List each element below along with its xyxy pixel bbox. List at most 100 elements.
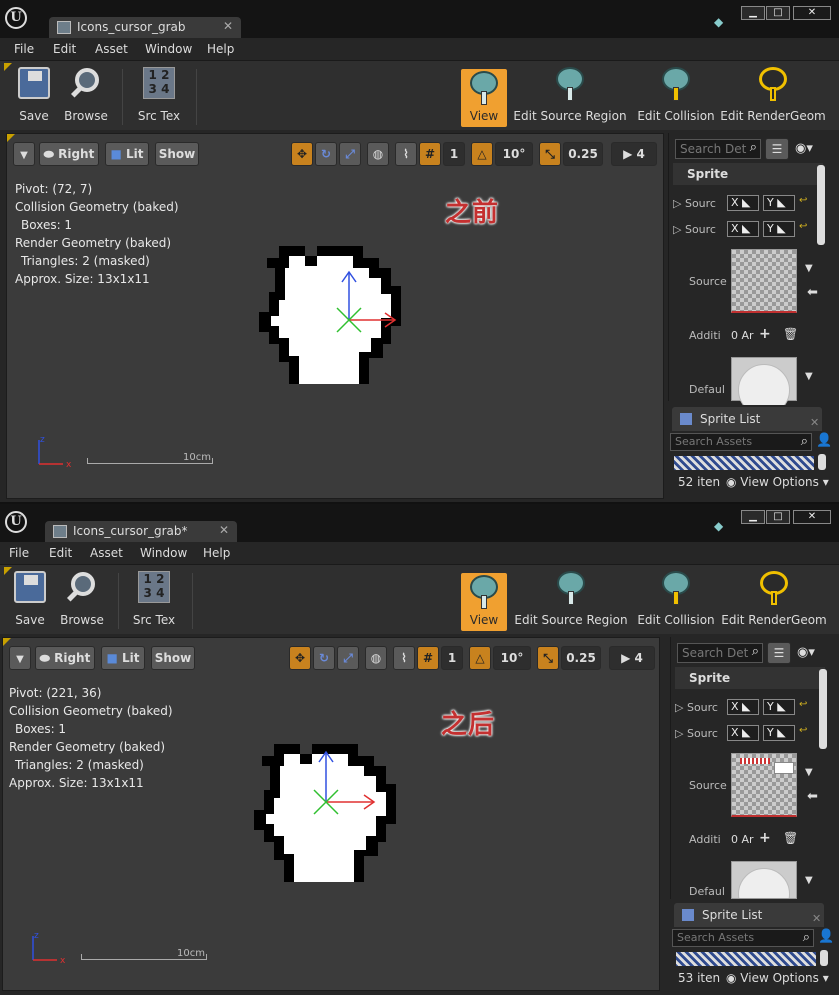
source-dim-x-field[interactable]: X ◣ bbox=[727, 725, 759, 741]
coordinate-system-button[interactable]: ◍ bbox=[367, 142, 389, 166]
view-options-button[interactable]: ◉ View Options ▾ bbox=[726, 475, 829, 489]
close-icon[interactable]: ✕ bbox=[812, 907, 821, 931]
edit-render-geom-button[interactable]: Edit RenderGeom bbox=[720, 67, 826, 127]
rotation-snap-dropdown[interactable]: 10° bbox=[495, 142, 533, 166]
grid-snap-toggle[interactable]: # bbox=[417, 646, 439, 670]
default-material-thumbnail[interactable] bbox=[731, 861, 797, 899]
menu-help[interactable]: Help bbox=[203, 546, 230, 560]
details-search-input[interactable]: Search Det ⌕ bbox=[677, 643, 763, 663]
show-button[interactable]: Show bbox=[151, 646, 195, 670]
assets-scrollbar[interactable] bbox=[818, 454, 826, 470]
surface-snap-button[interactable]: ⌇ bbox=[393, 646, 415, 670]
details-scrollbar[interactable] bbox=[819, 669, 827, 749]
use-selected-arrow-icon[interactable]: ⬅ bbox=[807, 285, 818, 300]
menu-edit[interactable]: Edit bbox=[53, 42, 76, 56]
viewport[interactable]: ▼ ⬬ Right ■ Lit Show ✥ ↻ ⤢ ◍ ⌇ # 1 △ 10°… bbox=[2, 637, 660, 991]
feedback-icon[interactable]: ◆ bbox=[714, 15, 730, 29]
rotation-snap-toggle[interactable]: △ bbox=[469, 646, 491, 670]
chevron-down-icon[interactable]: ▼ bbox=[805, 371, 813, 382]
coordinate-system-button[interactable]: ◍ bbox=[365, 646, 387, 670]
source-dim-x-field[interactable]: X ◣ bbox=[727, 221, 759, 237]
use-selected-arrow-icon[interactable]: ⬅ bbox=[807, 789, 818, 804]
trash-icon[interactable]: 🗑 bbox=[783, 831, 798, 845]
sprite-list-tab[interactable]: Sprite List ✕ bbox=[672, 407, 822, 431]
eye-visibility-icon[interactable]: ◉▾ bbox=[797, 645, 815, 660]
scale-snap-toggle[interactable]: ⤡ bbox=[537, 646, 559, 670]
menu-window[interactable]: Window bbox=[140, 546, 187, 560]
edit-source-region-button[interactable]: Edit Source Region bbox=[514, 571, 628, 631]
menu-help[interactable]: Help bbox=[207, 42, 234, 56]
details-search-input[interactable]: Search Det ⌕ bbox=[675, 139, 761, 159]
property-matrix-button[interactable]: ☰ bbox=[767, 642, 791, 664]
grab-cursor-sprite[interactable] bbox=[248, 744, 416, 886]
lit-button[interactable]: ■ Lit bbox=[105, 142, 149, 166]
view-options-button[interactable]: ◉ View Options ▾ bbox=[726, 971, 829, 985]
scale-tool-button[interactable]: ⤢ bbox=[337, 646, 359, 670]
scale-tool-button[interactable]: ⤢ bbox=[339, 142, 361, 166]
asset-thumbnail-strip[interactable] bbox=[676, 952, 816, 966]
expand-arrow-icon[interactable]: ▷ bbox=[675, 701, 687, 714]
document-tab[interactable]: Icons_cursor_grab* ✕ bbox=[45, 521, 237, 542]
expand-arrow-icon[interactable]: ▷ bbox=[673, 197, 685, 210]
browse-button[interactable]: Browse bbox=[64, 67, 108, 127]
property-matrix-button[interactable]: ☰ bbox=[765, 138, 789, 160]
view-mode-button[interactable]: View bbox=[461, 573, 507, 631]
menu-asset[interactable]: Asset bbox=[90, 546, 123, 560]
feedback-icon[interactable]: ◆ bbox=[714, 519, 730, 533]
edit-collision-button[interactable]: Edit Collision bbox=[637, 571, 715, 631]
camera-speed-dropdown[interactable]: ▶ 4 bbox=[609, 646, 655, 670]
edit-render-geom-button[interactable]: Edit RenderGeom bbox=[721, 571, 827, 631]
rotation-snap-dropdown[interactable]: 10° bbox=[493, 646, 531, 670]
view-mode-right-button[interactable]: ⬬ Right bbox=[35, 646, 95, 670]
edit-source-region-button[interactable]: Edit Source Region bbox=[513, 67, 627, 127]
user-filter-icon[interactable]: 👤 bbox=[818, 929, 834, 944]
sprite-category-header[interactable]: Sprite bbox=[673, 163, 823, 185]
reset-arrow-icon[interactable]: ↩ bbox=[799, 221, 807, 232]
lit-button[interactable]: ■ Lit bbox=[101, 646, 145, 670]
browse-button[interactable]: Browse bbox=[60, 571, 104, 631]
menu-file[interactable]: File bbox=[9, 546, 29, 560]
grab-cursor-sprite[interactable] bbox=[253, 246, 421, 388]
reset-arrow-icon[interactable]: ↩ bbox=[799, 195, 807, 206]
grid-size-dropdown[interactable]: 1 bbox=[443, 142, 465, 166]
maximize-button[interactable]: □ bbox=[766, 510, 790, 524]
details-scrollbar[interactable] bbox=[817, 165, 825, 245]
expand-arrow-icon[interactable]: ▷ bbox=[673, 223, 685, 236]
translate-tool-button[interactable]: ✥ bbox=[289, 646, 311, 670]
grid-size-dropdown[interactable]: 1 bbox=[441, 646, 463, 670]
sprite-list-tab[interactable]: Sprite List ✕ bbox=[674, 903, 824, 927]
tab-close-icon[interactable]: ✕ bbox=[219, 523, 229, 537]
menu-file[interactable]: File bbox=[14, 42, 34, 56]
minimize-button[interactable]: ▁ bbox=[741, 6, 765, 20]
source-dim-y-field[interactable]: Y ◣ bbox=[763, 725, 795, 741]
rotation-snap-toggle[interactable]: △ bbox=[471, 142, 493, 166]
viewport-options-button[interactable]: ▼ bbox=[13, 142, 35, 166]
show-button[interactable]: Show bbox=[155, 142, 199, 166]
scale-snap-dropdown[interactable]: 0.25 bbox=[561, 646, 601, 670]
chevron-down-icon[interactable]: ▼ bbox=[805, 767, 813, 778]
source-dim-y-field[interactable]: Y ◣ bbox=[763, 221, 795, 237]
rotate-tool-button[interactable]: ↻ bbox=[315, 142, 337, 166]
close-window-button[interactable]: ✕ bbox=[793, 510, 831, 524]
expand-arrow-icon[interactable]: ▷ bbox=[675, 727, 687, 740]
source-texture-thumbnail[interactable] bbox=[731, 753, 797, 817]
reset-arrow-icon[interactable]: ↩ bbox=[799, 699, 807, 710]
view-mode-button[interactable]: View bbox=[461, 69, 507, 127]
assets-search-input[interactable]: Search Assets ⌕ bbox=[672, 929, 814, 947]
menu-edit[interactable]: Edit bbox=[49, 546, 72, 560]
source-uv-x-field[interactable]: X ◣ bbox=[727, 699, 759, 715]
source-uv-x-field[interactable]: X ◣ bbox=[727, 195, 759, 211]
source-uv-y-field[interactable]: Y ◣ bbox=[763, 195, 795, 211]
camera-speed-dropdown[interactable]: ▶ 4 bbox=[611, 142, 657, 166]
src-tex-button[interactable]: 1 2 3 4 Src Tex bbox=[133, 571, 175, 631]
add-icon[interactable]: + bbox=[759, 830, 771, 846]
source-uv-y-field[interactable]: Y ◣ bbox=[763, 699, 795, 715]
default-material-thumbnail[interactable] bbox=[731, 357, 797, 416]
trash-icon[interactable]: 🗑 bbox=[783, 327, 798, 341]
add-icon[interactable]: + bbox=[759, 326, 771, 342]
source-texture-thumbnail[interactable] bbox=[731, 249, 797, 313]
scale-snap-dropdown[interactable]: 0.25 bbox=[563, 142, 603, 166]
chevron-down-icon[interactable]: ▼ bbox=[805, 875, 813, 886]
viewport[interactable]: ▼ ⬬ Right ■ Lit Show ✥ ↻ ⤢ ◍ ⌇ # 1 △ 10°… bbox=[6, 133, 664, 499]
scale-snap-toggle[interactable]: ⤡ bbox=[539, 142, 561, 166]
